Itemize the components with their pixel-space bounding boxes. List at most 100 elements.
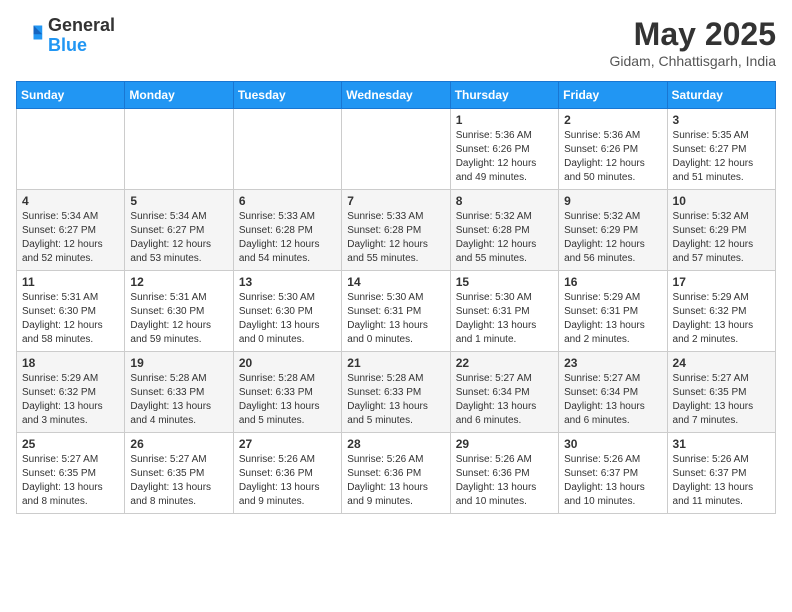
day-info: Sunrise: 5:28 AM Sunset: 6:33 PM Dayligh… xyxy=(130,372,227,428)
day-info: Sunrise: 5:26 AM Sunset: 6:36 PM Dayligh… xyxy=(239,453,336,509)
day-info: Sunrise: 5:33 AM Sunset: 6:28 PM Dayligh… xyxy=(239,210,336,266)
logo-text: General Blue xyxy=(48,16,115,56)
calendar-cell: 17Sunrise: 5:29 AM Sunset: 6:32 PM Dayli… xyxy=(667,271,775,352)
day-info: Sunrise: 5:32 AM Sunset: 6:29 PM Dayligh… xyxy=(564,210,661,266)
page-header: General Blue May 2025 Gidam, Chhattisgar… xyxy=(16,16,776,69)
calendar-day-header: Sunday xyxy=(17,82,125,109)
day-info: Sunrise: 5:32 AM Sunset: 6:28 PM Dayligh… xyxy=(456,210,553,266)
calendar-cell xyxy=(342,109,450,190)
calendar-cell: 12Sunrise: 5:31 AM Sunset: 6:30 PM Dayli… xyxy=(125,271,233,352)
calendar-cell: 11 Sunrise: 5:31 AM Sunset: 6:30 PM Dayli… xyxy=(17,271,125,352)
calendar-cell: 24Sunrise: 5:27 AM Sunset: 6:35 PM Dayli… xyxy=(667,352,775,433)
day-number: 15 xyxy=(456,275,553,289)
day-info: Sunrise: 5:27 AM Sunset: 6:35 PM Dayligh… xyxy=(130,453,227,509)
title-area: May 2025 Gidam, Chhattisgarh, India xyxy=(609,16,776,69)
month-title: May 2025 xyxy=(609,16,776,53)
day-number: 27 xyxy=(239,437,336,451)
calendar-day-header: Thursday xyxy=(450,82,558,109)
day-number: 10 xyxy=(673,194,770,208)
calendar-cell: 18 Sunrise: 5:29 AM Sunset: 6:32 PM Dayli… xyxy=(17,352,125,433)
calendar-header-row: SundayMondayTuesdayWednesdayThursdayFrid… xyxy=(17,82,776,109)
calendar-cell: 28 Sunrise: 5:26 AM Sunset: 6:36 PM Dayli… xyxy=(342,433,450,514)
day-info: Sunrise: 5:36 AM Sunset: 6:26 PM Dayligh… xyxy=(564,129,661,185)
day-info: Sunrise: 5:27 AM Sunset: 6:34 PM Dayligh… xyxy=(564,372,661,428)
calendar-day-header: Monday xyxy=(125,82,233,109)
day-number: 8 xyxy=(456,194,553,208)
calendar-cell: 25 Sunrise: 5:27 AM Sunset: 6:35 PM Dayli… xyxy=(17,433,125,514)
day-number: 31 xyxy=(673,437,770,451)
calendar-cell: 5 Sunrise: 5:34 AM Sunset: 6:27 PM Daylig… xyxy=(125,190,233,271)
day-number: 28 xyxy=(347,437,444,451)
day-number: 19 xyxy=(130,356,227,370)
day-info: Sunrise: 5:31 AM Sunset: 6:30 PM Dayligh… xyxy=(22,291,119,347)
calendar-cell: 13Sunrise: 5:30 AM Sunset: 6:30 PM Dayli… xyxy=(233,271,341,352)
calendar-cell: 30 Sunrise: 5:26 AM Sunset: 6:37 PM Dayli… xyxy=(559,433,667,514)
calendar-cell: 26 Sunrise: 5:27 AM Sunset: 6:35 PM Dayli… xyxy=(125,433,233,514)
day-number: 22 xyxy=(456,356,553,370)
day-number: 21 xyxy=(347,356,444,370)
calendar-cell: 22 Sunrise: 5:27 AM Sunset: 6:34 PM Dayli… xyxy=(450,352,558,433)
day-number: 29 xyxy=(456,437,553,451)
day-number: 1 xyxy=(456,113,553,127)
calendar-cell: 31 Sunrise: 5:26 AM Sunset: 6:37 PM Dayli… xyxy=(667,433,775,514)
day-number: 9 xyxy=(564,194,661,208)
calendar-day-header: Friday xyxy=(559,82,667,109)
day-number: 20 xyxy=(239,356,336,370)
calendar-week-row: 25 Sunrise: 5:27 AM Sunset: 6:35 PM Dayli… xyxy=(17,433,776,514)
calendar-cell: 2 Sunrise: 5:36 AM Sunset: 6:26 PM Daylig… xyxy=(559,109,667,190)
day-info: Sunrise: 5:29 AM Sunset: 6:31 PM Dayligh… xyxy=(564,291,661,347)
calendar-week-row: 18 Sunrise: 5:29 AM Sunset: 6:32 PM Dayli… xyxy=(17,352,776,433)
day-info: Sunrise: 5:27 AM Sunset: 6:34 PM Dayligh… xyxy=(456,372,553,428)
day-info: Sunrise: 5:30 AM Sunset: 6:31 PM Dayligh… xyxy=(456,291,553,347)
location: Gidam, Chhattisgarh, India xyxy=(609,53,776,69)
day-info: Sunrise: 5:26 AM Sunset: 6:37 PM Dayligh… xyxy=(673,453,770,509)
day-number: 13 xyxy=(239,275,336,289)
calendar-cell xyxy=(125,109,233,190)
day-number: 11 xyxy=(22,275,119,289)
calendar-cell: 8 Sunrise: 5:32 AM Sunset: 6:28 PM Daylig… xyxy=(450,190,558,271)
calendar-day-header: Wednesday xyxy=(342,82,450,109)
day-number: 2 xyxy=(564,113,661,127)
day-number: 25 xyxy=(22,437,119,451)
day-info: Sunrise: 5:28 AM Sunset: 6:33 PM Dayligh… xyxy=(239,372,336,428)
calendar-cell: 19 Sunrise: 5:28 AM Sunset: 6:33 PM Dayli… xyxy=(125,352,233,433)
day-info: Sunrise: 5:34 AM Sunset: 6:27 PM Dayligh… xyxy=(22,210,119,266)
calendar-cell: 3 Sunrise: 5:35 AM Sunset: 6:27 PM Daylig… xyxy=(667,109,775,190)
calendar-cell: 14 Sunrise: 5:30 AM Sunset: 6:31 PM Dayli… xyxy=(342,271,450,352)
day-number: 4 xyxy=(22,194,119,208)
day-number: 6 xyxy=(239,194,336,208)
day-number: 24 xyxy=(673,356,770,370)
calendar-cell: 23Sunrise: 5:27 AM Sunset: 6:34 PM Dayli… xyxy=(559,352,667,433)
day-number: 16 xyxy=(564,275,661,289)
calendar-cell: 10 Sunrise: 5:32 AM Sunset: 6:29 PM Dayli… xyxy=(667,190,775,271)
day-number: 7 xyxy=(347,194,444,208)
day-number: 26 xyxy=(130,437,227,451)
calendar-cell xyxy=(233,109,341,190)
calendar-cell: 27 Sunrise: 5:26 AM Sunset: 6:36 PM Dayli… xyxy=(233,433,341,514)
calendar-day-header: Saturday xyxy=(667,82,775,109)
calendar-cell: 1Sunrise: 5:36 AM Sunset: 6:26 PM Daylig… xyxy=(450,109,558,190)
calendar-cell: 9 Sunrise: 5:32 AM Sunset: 6:29 PM Daylig… xyxy=(559,190,667,271)
logo-icon xyxy=(16,22,44,50)
day-info: Sunrise: 5:32 AM Sunset: 6:29 PM Dayligh… xyxy=(673,210,770,266)
day-info: Sunrise: 5:35 AM Sunset: 6:27 PM Dayligh… xyxy=(673,129,770,185)
calendar-cell: 16 Sunrise: 5:29 AM Sunset: 6:31 PM Dayli… xyxy=(559,271,667,352)
calendar-week-row: 4 Sunrise: 5:34 AM Sunset: 6:27 PM Daylig… xyxy=(17,190,776,271)
calendar-cell: 29Sunrise: 5:26 AM Sunset: 6:36 PM Dayli… xyxy=(450,433,558,514)
day-number: 14 xyxy=(347,275,444,289)
day-info: Sunrise: 5:34 AM Sunset: 6:27 PM Dayligh… xyxy=(130,210,227,266)
calendar-cell: 20 Sunrise: 5:28 AM Sunset: 6:33 PM Dayli… xyxy=(233,352,341,433)
day-info: Sunrise: 5:29 AM Sunset: 6:32 PM Dayligh… xyxy=(22,372,119,428)
day-info: Sunrise: 5:33 AM Sunset: 6:28 PM Dayligh… xyxy=(347,210,444,266)
day-info: Sunrise: 5:30 AM Sunset: 6:31 PM Dayligh… xyxy=(347,291,444,347)
day-number: 5 xyxy=(130,194,227,208)
day-info: Sunrise: 5:27 AM Sunset: 6:35 PM Dayligh… xyxy=(22,453,119,509)
day-number: 30 xyxy=(564,437,661,451)
day-info: Sunrise: 5:26 AM Sunset: 6:36 PM Dayligh… xyxy=(347,453,444,509)
calendar-week-row: 11 Sunrise: 5:31 AM Sunset: 6:30 PM Dayli… xyxy=(17,271,776,352)
day-number: 3 xyxy=(673,113,770,127)
day-number: 17 xyxy=(673,275,770,289)
calendar-table: SundayMondayTuesdayWednesdayThursdayFrid… xyxy=(16,81,776,514)
day-info: Sunrise: 5:26 AM Sunset: 6:37 PM Dayligh… xyxy=(564,453,661,509)
day-number: 18 xyxy=(22,356,119,370)
